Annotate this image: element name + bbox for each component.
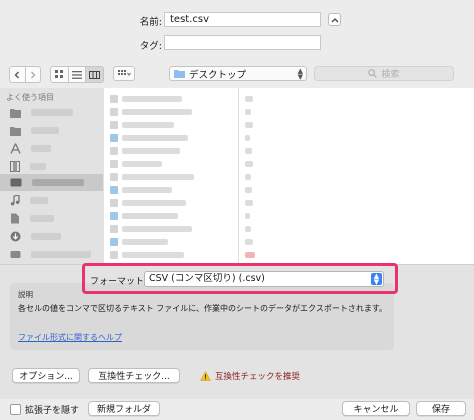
list-item[interactable] (110, 92, 234, 105)
sidebar-item-desktop[interactable] (0, 174, 103, 191)
drive-icon (10, 251, 21, 258)
grid-icon (54, 70, 63, 78)
file-list (110, 92, 234, 261)
list-view-button[interactable] (68, 66, 87, 83)
list-item[interactable] (110, 118, 234, 131)
film-icon (10, 161, 20, 172)
sidebar-item-drive[interactable] (0, 246, 103, 263)
hide-extension-option[interactable]: 拡張子を隠す (10, 403, 79, 416)
warning-icon (200, 371, 211, 381)
list-item[interactable] (110, 183, 234, 196)
file-column-desktop[interactable] (104, 88, 239, 264)
options-button[interactable]: オプション... (12, 368, 80, 383)
chevron-up-icon (331, 17, 338, 22)
compatibility-check-button[interactable]: 互換性チェック... (88, 368, 180, 383)
group-by-button[interactable] (113, 66, 135, 81)
location-popup[interactable]: デスクトップ ▲ ▼ (169, 66, 307, 81)
sidebar-item-2[interactable] (0, 122, 103, 139)
sidebar: よく使う項目 (0, 88, 104, 264)
desktop-icon (10, 178, 22, 187)
file-list-secondary (245, 92, 305, 261)
save-button[interactable]: 保存 (416, 401, 466, 416)
tags-input[interactable] (164, 35, 321, 50)
description-text: 各セルの値をコンマで区切るテキスト ファイルに、作業中のシートのデータがエクスポ… (18, 304, 388, 313)
location-label: デスクトップ (189, 69, 247, 81)
sidebar-item-1[interactable] (0, 104, 103, 121)
list-item[interactable] (110, 196, 234, 209)
new-folder-button[interactable]: 新規フォルダ (88, 401, 160, 416)
sidebar-item-downloads[interactable] (0, 228, 103, 245)
chevron-right-icon (30, 71, 36, 78)
document-icon (11, 213, 19, 224)
columns-icon (89, 70, 101, 79)
list-item[interactable] (110, 222, 234, 235)
list-item[interactable] (110, 248, 234, 261)
format-label: フォーマット: (90, 277, 148, 287)
tags-label: タグ: (139, 41, 162, 52)
sidebar-item-movies[interactable] (0, 158, 103, 175)
sidebar-item-music[interactable] (0, 192, 103, 209)
applications-icon (10, 143, 21, 154)
search-icon (368, 69, 378, 78)
name-label: 名前: (139, 17, 162, 28)
folder-icon (10, 108, 21, 118)
list-item[interactable] (110, 144, 234, 157)
compatibility-warning: 互換性チェックを推奨 (200, 370, 300, 382)
search-field[interactable]: 検索 (314, 66, 454, 81)
updown-icon: ▲ ▼ (297, 66, 303, 81)
music-note-icon (10, 195, 20, 206)
column-view-button[interactable] (86, 66, 105, 83)
format-select[interactable]: CSV (コンマ区切り) (.csv) ▲ ▼ (144, 271, 384, 287)
sidebar-item-documents[interactable] (0, 210, 103, 227)
format-help-link[interactable]: ファイル形式に関するヘルプ (18, 332, 122, 343)
warning-text: 互換性チェックを推奨 (215, 372, 301, 382)
folder-icon (174, 70, 185, 78)
list-item[interactable] (110, 131, 234, 144)
download-icon (10, 231, 21, 242)
list-item[interactable] (110, 209, 234, 222)
list-item[interactable] (110, 170, 234, 183)
nav-buttons (9, 66, 41, 83)
description-heading: 説明 (18, 290, 33, 299)
search-placeholder: 検索 (381, 70, 400, 80)
group-grid-icon (117, 69, 131, 76)
list-item[interactable] (110, 157, 234, 170)
hide-extension-checkbox[interactable] (10, 404, 21, 415)
format-selected: CSV (コンマ区切り) (.csv) (149, 273, 265, 284)
sidebar-header: よく使う項目 (6, 93, 54, 102)
collapse-button[interactable] (328, 13, 341, 26)
view-mode-group (50, 66, 105, 83)
list-item[interactable] (110, 235, 234, 248)
file-column-detail[interactable] (239, 88, 474, 264)
chevron-left-icon (14, 71, 20, 78)
icon-view-button[interactable] (50, 66, 69, 83)
forward-button[interactable] (25, 66, 41, 83)
cancel-button[interactable]: キャンセル (342, 401, 410, 416)
list-item[interactable] (110, 105, 234, 118)
updown-icon: ▲ ▼ (371, 273, 382, 286)
hide-extension-label: 拡張子を隠す (25, 406, 80, 416)
sidebar-item-applications[interactable] (0, 140, 103, 157)
back-button[interactable] (9, 66, 26, 83)
filename-input[interactable]: test.csv (164, 12, 321, 27)
folder-icon (10, 126, 21, 136)
list-icon (72, 70, 82, 79)
